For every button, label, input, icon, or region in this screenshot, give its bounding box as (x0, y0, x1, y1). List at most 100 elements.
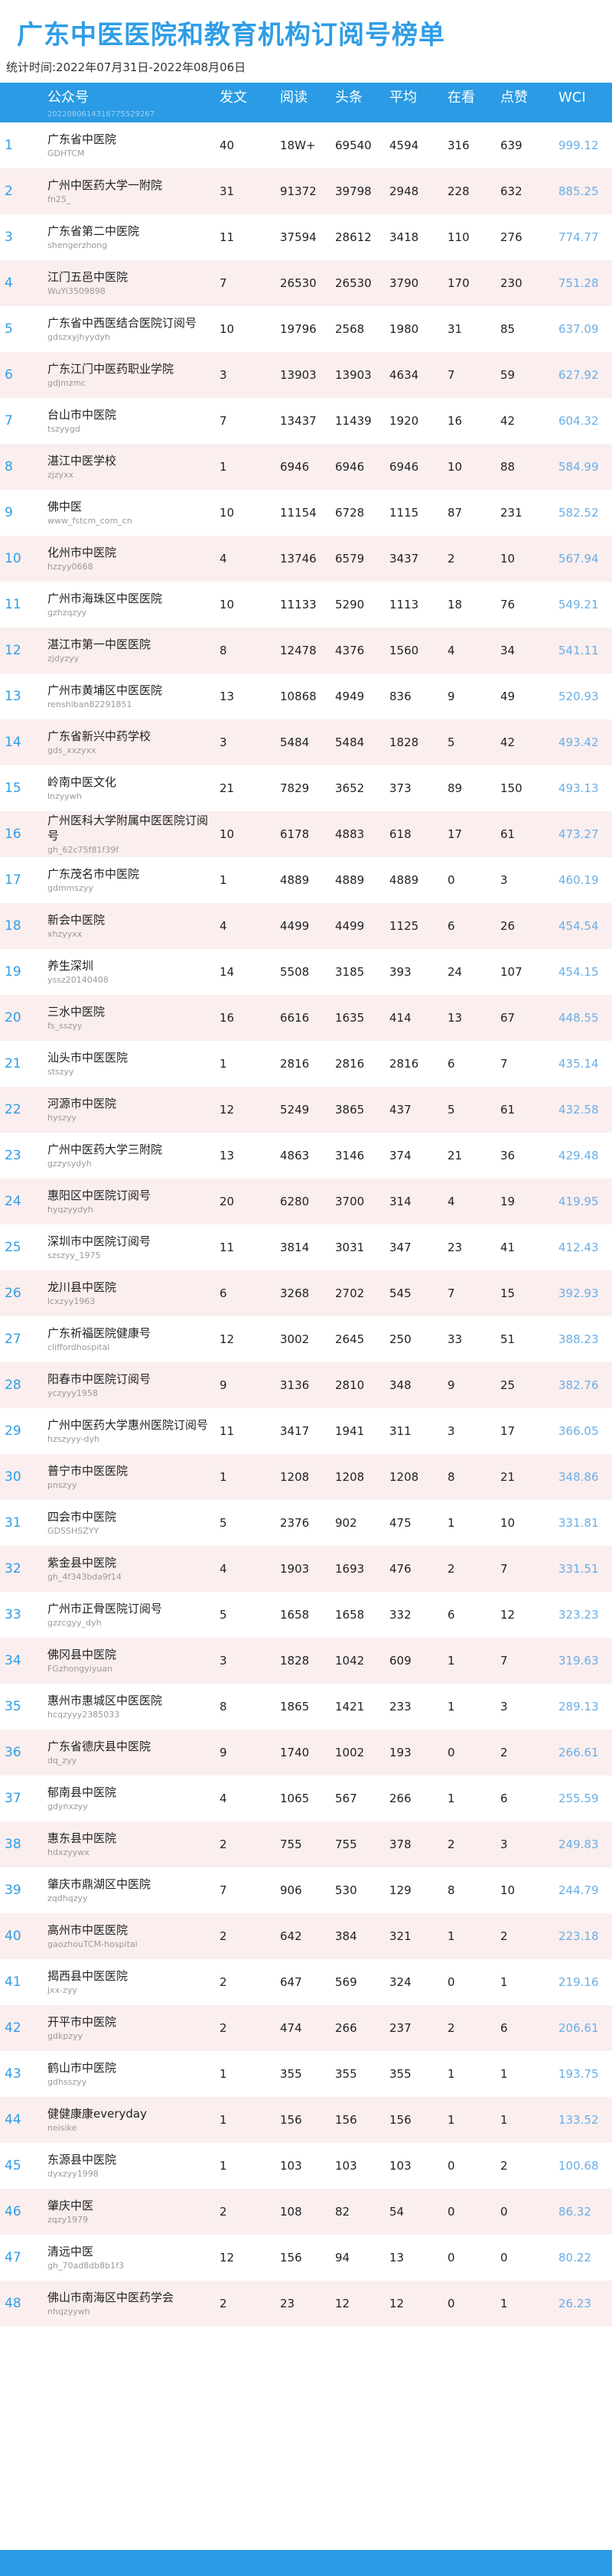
cell-headline: 1635 (335, 1011, 365, 1025)
cell-reads: 755 (280, 1837, 302, 1851)
table-row: 17 广东茂名市中医院 gdmmszyy 1 4889 4889 4889 0 3 460.19 (0, 857, 612, 903)
cell-avg: 2816 (389, 1057, 419, 1071)
cell-avg: 348 (389, 1378, 412, 1392)
account-name: 惠东县中医院 (47, 1831, 117, 1845)
cell-reads: 1208 (280, 1470, 310, 1484)
cell-looking: 4 (448, 1195, 455, 1208)
account-id: gh_70ad8db8b1f3 (47, 2261, 124, 2271)
cell-headline: 530 (335, 1883, 357, 1897)
cell-posts: 12 (220, 1332, 235, 1346)
account-name: 河源市中医院 (47, 1097, 117, 1110)
cell-avg: 355 (389, 2067, 412, 2081)
account-name: 三水中医院 (47, 1005, 106, 1019)
cell-reads: 1065 (280, 1792, 310, 1805)
account-name: 佛冈县中医院 (47, 1648, 117, 1661)
cell-rank: 5 (5, 321, 13, 337)
account-id: hdxzyywx (47, 1847, 90, 1857)
cell-likes: 51 (500, 1332, 516, 1346)
account-name: 广东省德庆县中医院 (47, 1740, 151, 1753)
account-cell: 肇庆市鼎湖区中医院 zqdhqzyy (47, 1867, 212, 1913)
account-cell: 河源市中医院 hyszyy (47, 1087, 212, 1133)
header-account-sub: 2022080614316775529267 (47, 110, 155, 119)
account-cell: 惠阳区中医院订阅号 hyqzyydyh (47, 1179, 212, 1224)
account-id: zjdyzyy (47, 654, 80, 664)
cell-rank: 19 (5, 964, 21, 980)
account-name: 广州市海珠区中医医院 (47, 592, 163, 605)
account-name: 广州医科大学附属中医医院订阅号 (47, 814, 209, 843)
cell-wci: 289.13 (558, 1700, 599, 1714)
cell-posts: 31 (220, 184, 235, 198)
cell-avg: 4889 (389, 873, 419, 887)
cell-avg: 193 (389, 1746, 412, 1759)
account-name: 鹤山市中医院 (47, 2061, 117, 2075)
table-row: 21 汕头市中医医院 stszyy 1 2816 2816 2816 6 7 435.14 (0, 1041, 612, 1087)
cell-reads: 18W+ (280, 139, 316, 152)
cell-reads: 3814 (280, 1241, 310, 1254)
account-cell: 肇庆中医 zqzy1979 (47, 2189, 212, 2235)
cell-likes: 10 (500, 1883, 516, 1897)
cell-wci: 319.63 (558, 1654, 599, 1668)
cell-posts: 2 (220, 2205, 227, 2219)
cell-likes: 231 (500, 506, 522, 520)
cell-wci: 473.27 (558, 827, 599, 841)
account-name: 广东祈福医院健康号 (47, 1326, 151, 1340)
cell-rank: 12 (5, 643, 21, 658)
cell-avg: 347 (389, 1241, 412, 1254)
cell-likes: 2 (500, 2159, 508, 2173)
cell-looking: 0 (448, 1746, 455, 1759)
cell-avg: 437 (389, 1103, 412, 1117)
cell-reads: 10868 (280, 690, 317, 703)
account-name: 郁南县中医院 (47, 1785, 117, 1799)
cell-headline: 82 (335, 2205, 350, 2219)
cell-rank: 47 (5, 2250, 21, 2265)
table-header: 公众号 2022080614316775529267 发文 阅读 头条 平均 在… (0, 83, 612, 122)
cell-rank: 28 (5, 1378, 21, 1393)
cell-headline: 2702 (335, 1286, 365, 1300)
account-name: 江门五邑中医院 (47, 270, 129, 284)
account-id: GDSSHSZYY (47, 1526, 99, 1536)
cell-posts: 7 (220, 414, 227, 428)
cell-reads: 7829 (280, 781, 310, 795)
cell-reads: 4863 (280, 1149, 310, 1162)
cell-rank: 35 (5, 1699, 21, 1714)
account-cell: 深圳市中医院订阅号 szszyy_1975 (47, 1224, 212, 1270)
cell-headline: 1208 (335, 1470, 365, 1484)
account-name: 广州中医药大学三附院 (47, 1143, 163, 1156)
cell-headline: 2645 (335, 1332, 365, 1346)
cell-avg: 12 (389, 2297, 405, 2310)
cell-wci: 419.95 (558, 1195, 599, 1208)
table-row: 39 肇庆市鼎湖区中医院 zqdhqzyy 7 906 530 129 8 10 244.79 (0, 1867, 612, 1913)
cell-reads: 6178 (280, 827, 310, 841)
account-id: nhqzyywh (47, 2307, 90, 2317)
cell-rank: 10 (5, 551, 21, 566)
cell-reads: 3002 (280, 1332, 310, 1346)
cell-looking: 0 (448, 873, 455, 887)
cell-headline: 4883 (335, 827, 365, 841)
cell-posts: 8 (220, 644, 227, 657)
cell-likes: 42 (500, 735, 516, 749)
cell-reads: 647 (280, 1975, 302, 1989)
account-id: gh_62c75f81f39f (47, 845, 119, 855)
account-id: fn25_ (47, 194, 71, 204)
account-id: lnzyywh (47, 791, 82, 801)
account-id: WuYi3509898 (47, 286, 106, 296)
cell-posts: 10 (220, 506, 235, 520)
account-id: gzhzqzyy (47, 608, 87, 618)
cell-avg: 311 (389, 1424, 412, 1438)
cell-rank: 24 (5, 1194, 21, 1209)
account-cell: 广东茂名市中医院 gdmmszyy (47, 857, 212, 903)
table-row: 28 阳春市中医院订阅号 yczyyy1958 9 3136 2810 348 9 25 382.… (0, 1362, 612, 1408)
cell-avg: 1980 (389, 322, 419, 336)
table-row: 9 佛中医 www_fstcm_com_cn 10 11154 6728 1115 87 231… (0, 490, 612, 536)
cell-rank: 42 (5, 2020, 21, 2036)
cell-avg: 3437 (389, 552, 419, 566)
cell-likes: 6 (500, 2021, 508, 2035)
account-name: 养生深圳 (47, 959, 94, 973)
cell-rank: 33 (5, 1607, 21, 1622)
account-name: 东源县中医院 (47, 2153, 117, 2167)
cell-posts: 1 (220, 460, 227, 474)
cell-likes: 34 (500, 644, 516, 657)
cell-reads: 4889 (280, 873, 310, 887)
cell-rank: 21 (5, 1056, 21, 1071)
cell-wci: 584.99 (558, 460, 599, 474)
